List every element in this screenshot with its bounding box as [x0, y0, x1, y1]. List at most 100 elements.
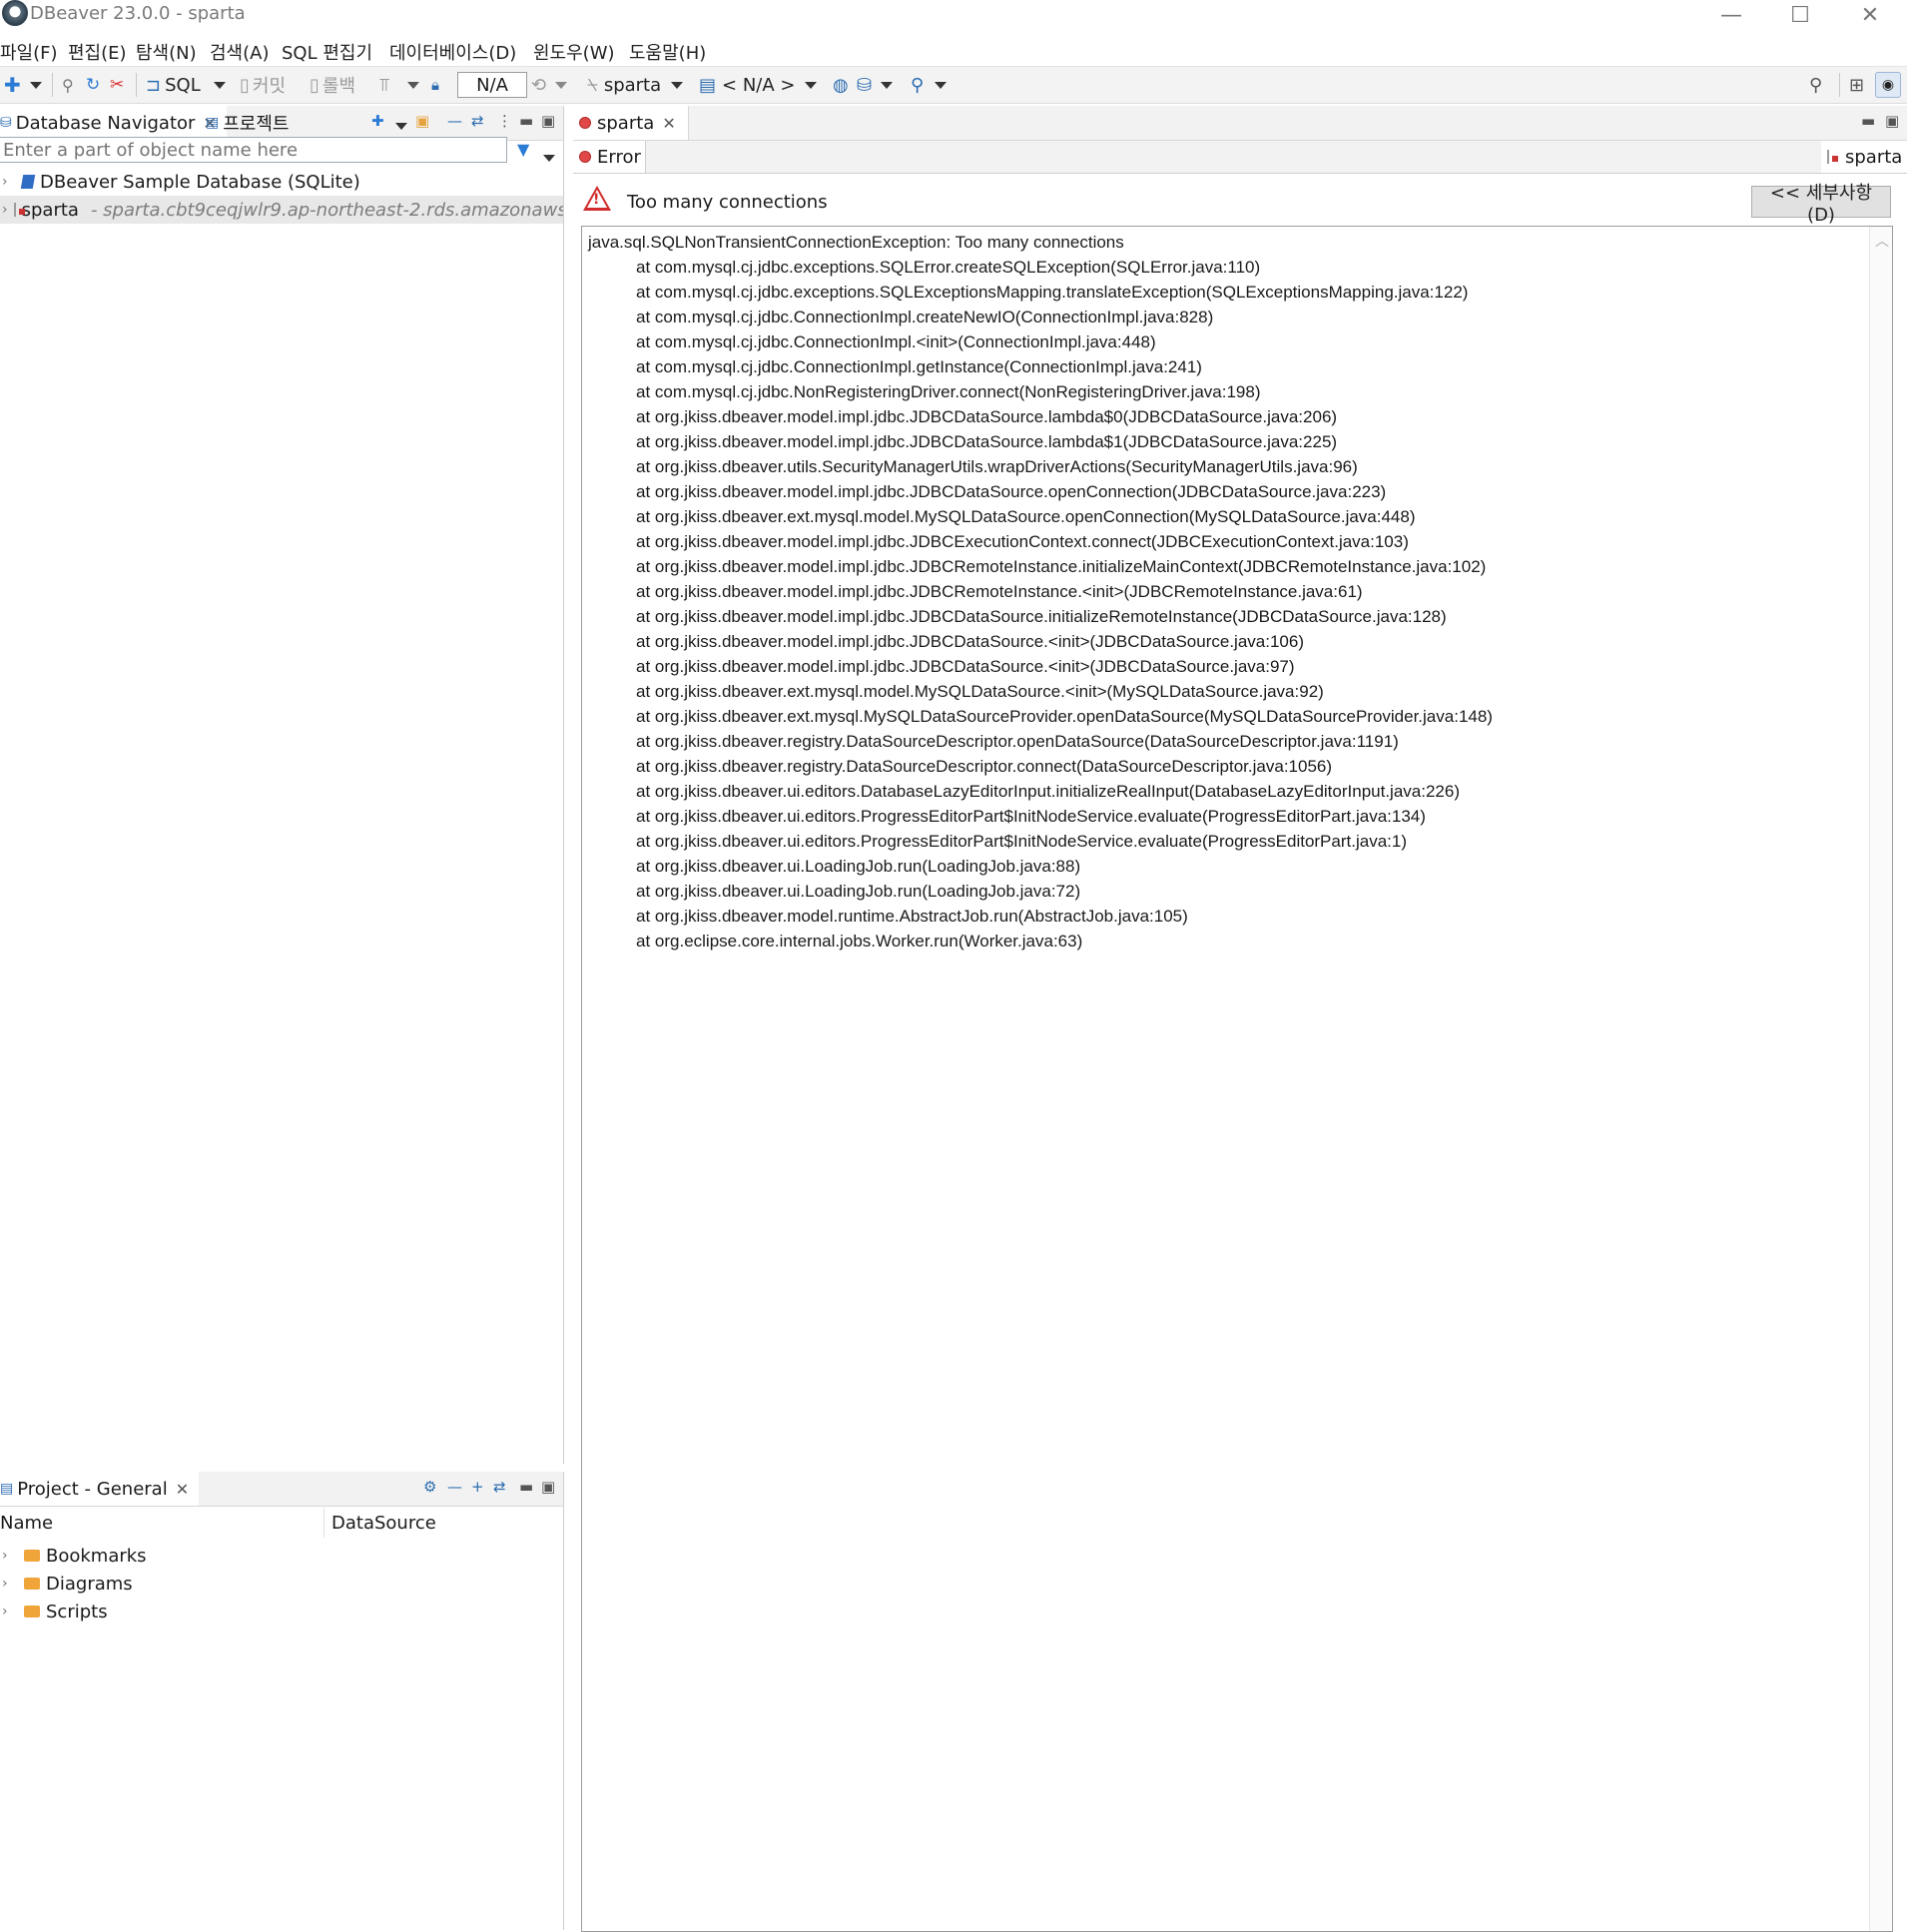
stack-trace-line: at org.jkiss.dbeaver.model.impl.jdbc.JDB… — [636, 607, 1447, 626]
reconnect-icon[interactable]: ↻ — [86, 67, 100, 103]
stack-trace-line: at org.jkiss.dbeaver.model.runtime.Abstr… — [636, 907, 1188, 926]
tree-item-sample-database[interactable]: › DBeaver Sample Database (SQLite) — [0, 168, 563, 196]
link-editor-icon[interactable]: ⇄ — [471, 112, 484, 130]
find-icon[interactable]: ⚲ — [911, 67, 924, 103]
menu-window[interactable]: 윈도우(W) — [533, 39, 615, 65]
window-title: DBeaver 23.0.0 - sparta — [30, 3, 246, 24]
close-window-button[interactable]: ✕ — [1837, 0, 1903, 30]
tasks-dropdown[interactable] — [881, 67, 893, 103]
find-dropdown[interactable] — [935, 67, 947, 103]
maximize-button[interactable]: ☐ — [1767, 0, 1833, 30]
minimize-icon[interactable]: ▬ — [519, 112, 533, 130]
datasource-dropdown[interactable] — [671, 67, 683, 103]
schema-selector[interactable]: ▤ < N/A > — [699, 67, 795, 103]
disconnect-icon[interactable]: ✂ — [110, 67, 124, 103]
editor-area: sparta ✕ ▬ ▣ Error sparta ! Too many con… — [573, 106, 1907, 1932]
diagrams-folder-icon — [24, 1578, 40, 1590]
tab-database-navigator[interactable]: ⛁ Database Navigator ✕ — [0, 106, 227, 140]
vertical-scrollbar[interactable]: ︿ — [1869, 227, 1892, 1931]
new-connection-icon[interactable]: ✚ — [371, 112, 384, 130]
project-item-label: Diagrams — [46, 1573, 133, 1595]
open-perspective-icon[interactable]: ⊞ — [1849, 67, 1864, 103]
menu-navigate[interactable]: 탐색(N) — [136, 39, 197, 65]
stack-trace-line: at org.jkiss.dbeaver.ext.mysql.model.MyS… — [636, 682, 1324, 701]
project-item-scripts[interactable]: › Scripts — [0, 1598, 563, 1625]
project-item-diagrams[interactable]: › Diagrams — [0, 1570, 563, 1598]
tab-projects[interactable]: ▤ 프로젝트 — [206, 106, 289, 140]
close-icon[interactable]: ✕ — [662, 114, 675, 133]
dbeaver-perspective-icon[interactable]: ◉ — [1875, 67, 1901, 103]
stack-trace-textarea[interactable]: java.sql.SQLNonTransientConnectionExcept… — [581, 226, 1893, 1932]
expand-all-icon[interactable]: + — [471, 1478, 484, 1496]
stack-trace-line: at org.jkiss.dbeaver.registry.DataSource… — [636, 732, 1399, 751]
chevron-right-icon[interactable]: › — [2, 1576, 16, 1592]
column-header-datasource[interactable]: DataSource — [331, 1508, 436, 1538]
chevron-right-icon[interactable]: › — [2, 202, 8, 218]
tab-project-general[interactable]: ▤ Project - General ✕ — [0, 1472, 200, 1506]
search-icon[interactable]: ⚲ — [1809, 67, 1822, 103]
stack-trace-line: at org.jkiss.dbeaver.model.impl.jdbc.JDB… — [636, 407, 1338, 426]
details-button[interactable]: << 세부사항(D) — [1751, 183, 1891, 226]
link-editor-icon[interactable]: ⇄ — [493, 1478, 506, 1496]
sql-editor-button[interactable]: ⊐ SQL — [146, 67, 201, 103]
rollback-button[interactable]: ▯ 롤백 — [310, 67, 355, 103]
dashboard-icon[interactable]: ◍ — [833, 67, 849, 103]
commit-label: 커밋 — [252, 76, 287, 97]
close-icon[interactable]: ✕ — [176, 1480, 189, 1499]
filter-icon[interactable]: ▼ — [517, 140, 529, 159]
maximize-icon[interactable]: ▣ — [541, 1478, 555, 1496]
history-dropdown[interactable] — [555, 67, 567, 103]
chevron-right-icon[interactable]: › — [2, 1548, 16, 1564]
collapse-all-icon[interactable]: — — [447, 112, 462, 130]
stack-trace-line: at com.mysql.cj.jdbc.ConnectionImpl.getI… — [636, 357, 1202, 376]
project-panel: ▤ Project - General ✕ ⚙ — + ⇄ ▬ ▣ Name D… — [0, 1472, 564, 1930]
maximize-icon[interactable]: ▣ — [541, 112, 555, 130]
project-item-bookmarks[interactable]: › Bookmarks — [0, 1542, 563, 1570]
new-connection-dropdown[interactable] — [30, 67, 42, 103]
menu-database[interactable]: 데이터베이스(D) — [389, 39, 516, 65]
tab-sparta-connection[interactable]: sparta — [1821, 141, 1907, 173]
navigator-filter-input[interactable] — [0, 137, 507, 163]
tab-error[interactable]: Error — [573, 141, 646, 173]
tree-item-label: sparta — [21, 199, 79, 221]
new-connection-icon[interactable]: ✚ — [4, 67, 21, 103]
minimize-icon[interactable]: ▬ — [1861, 112, 1875, 130]
collapse-all-icon[interactable]: — — [447, 1478, 462, 1496]
datasource-selector[interactable]: ⍀ sparta — [587, 67, 661, 103]
commit-button[interactable]: ▯ 커밋 — [240, 67, 286, 103]
transaction-log-field[interactable]: N/A — [457, 72, 527, 98]
maximize-icon[interactable]: ▣ — [1885, 112, 1899, 130]
gear-icon[interactable]: ⚙ — [423, 1478, 436, 1496]
schema-dropdown[interactable] — [805, 67, 817, 103]
menu-search[interactable]: 검색(A) — [210, 39, 269, 65]
database-tasks-icon[interactable]: ⛁ — [857, 67, 872, 103]
lock-icon[interactable]: 🔒︎ — [431, 67, 439, 103]
minimize-icon[interactable]: ▬ — [519, 1478, 533, 1496]
history-icon[interactable]: ⟲ — [531, 67, 546, 103]
view-menu-dropdown[interactable] — [395, 116, 407, 134]
menu-edit[interactable]: 편집(E) — [68, 39, 127, 65]
transaction-mode-icon[interactable]: ⫪ — [379, 67, 389, 103]
menu-help[interactable]: 도움말(H) — [629, 39, 706, 65]
chevron-right-icon[interactable]: › — [2, 174, 16, 190]
filter-dropdown[interactable] — [543, 146, 555, 167]
tab-sparta-editor[interactable]: sparta ✕ — [573, 106, 689, 140]
column-header-name[interactable]: Name — [0, 1508, 324, 1538]
stack-trace-line: at org.jkiss.dbeaver.model.impl.jdbc.JDB… — [636, 632, 1304, 651]
stack-trace-line: at org.jkiss.dbeaver.ext.mysql.MySQLData… — [636, 707, 1493, 726]
stack-trace-line: at org.jkiss.dbeaver.registry.DataSource… — [636, 757, 1333, 776]
tree-item-sparta[interactable]: › sparta - sparta.cbt9ceqjwlr9.ap-northe… — [0, 196, 563, 224]
editor-tab-label: sparta — [597, 112, 655, 134]
menu-file[interactable]: 파일(F) — [0, 39, 58, 65]
chevron-right-icon[interactable]: › — [2, 1604, 16, 1619]
minimize-button[interactable]: — — [1698, 0, 1764, 30]
transaction-mode-dropdown[interactable] — [407, 67, 419, 103]
projects-tab-label: 프로젝트 — [223, 114, 290, 135]
menu-sql-editor[interactable]: SQL 편집기 — [282, 39, 372, 65]
new-folder-icon[interactable]: ▣ — [415, 112, 429, 130]
scroll-up-arrow-icon[interactable]: ︿ — [1875, 231, 1889, 251]
sql-dropdown[interactable] — [214, 67, 226, 103]
connect-icon[interactable]: ⚲ — [62, 67, 74, 103]
view-menu-icon[interactable]: ⋮ — [497, 112, 512, 130]
schema-label: < N/A > — [722, 74, 796, 96]
